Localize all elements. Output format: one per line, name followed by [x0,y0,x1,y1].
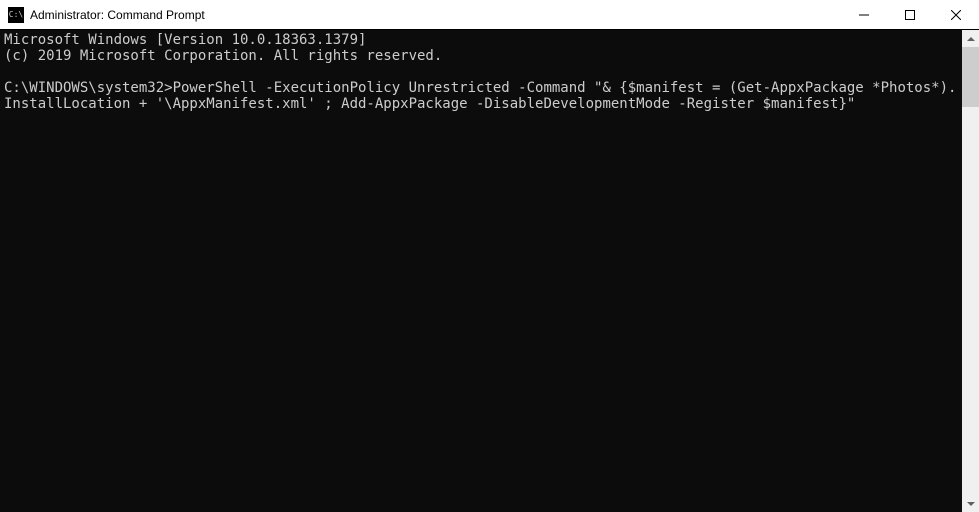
scroll-thumb[interactable] [962,47,979,107]
titlebar[interactable]: C:\ Administrator: Command Prompt [0,0,979,30]
terminal-line: (c) 2019 Microsoft Corporation. All righ… [4,48,442,64]
scroll-up-arrow-icon[interactable] [962,30,979,47]
scroll-track[interactable] [962,47,979,495]
close-button[interactable] [933,0,979,29]
maximize-button[interactable] [887,0,933,29]
window-title: Administrator: Command Prompt [30,8,841,22]
close-icon [951,10,961,20]
scroll-down-arrow-icon[interactable] [962,495,979,512]
chevron-down-icon [967,502,975,506]
minimize-icon [859,10,869,20]
minimize-button[interactable] [841,0,887,29]
maximize-icon [905,10,915,20]
cmd-icon-label: C:\ [9,10,23,19]
chevron-up-icon [967,37,975,41]
window-controls [841,0,979,29]
terminal-output[interactable]: Microsoft Windows [Version 10.0.18363.13… [0,30,962,512]
vertical-scrollbar[interactable] [962,30,979,512]
cmd-icon: C:\ [8,7,24,23]
terminal-container: Microsoft Windows [Version 10.0.18363.13… [0,30,979,512]
command-prompt-window: C:\ Administrator: Command Prompt Micros… [0,0,979,512]
terminal-prompt: C:\WINDOWS\system32> [4,80,173,96]
terminal-line: Microsoft Windows [Version 10.0.18363.13… [4,32,366,48]
